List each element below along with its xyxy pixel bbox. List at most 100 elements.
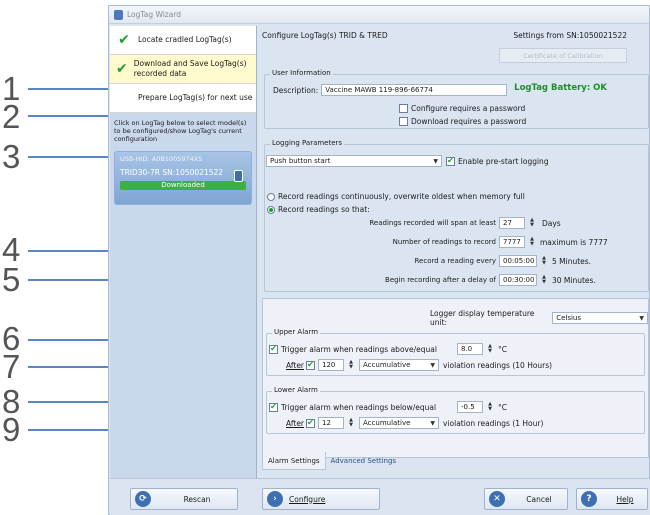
callout-7: 7 (2, 348, 21, 385)
configure-header: Configure LogTag(s) TRID & TRED Settings… (259, 26, 649, 44)
upper-trigger-row: ✔ Trigger alarm when readings above/equa… (269, 343, 507, 355)
tab-advanced-settings[interactable]: Advanced Settings (326, 452, 402, 470)
upper-mode-value: Accumulative (363, 361, 411, 369)
every-row: 00:05:00 ▲ ▼ 5 Minutes. (499, 255, 591, 267)
lower-after-checkbox[interactable]: ✔ (306, 418, 316, 428)
upper-after-input[interactable]: 120 (318, 359, 345, 371)
configure-password-label: Configure requires a password (411, 104, 526, 113)
group-title: User Information (270, 69, 333, 77)
upper-after-stepper[interactable]: ▲ ▼ (346, 359, 356, 371)
check-icon: ✔ (116, 61, 128, 77)
span-label: Readings recorded will span at least (369, 219, 496, 227)
device-card[interactable]: USB-HID: A0B1005974X5 TRID30-7R SN:10500… (114, 151, 252, 205)
upper-after-checkbox[interactable]: ✔ (306, 360, 316, 370)
start-mode-row: Push button start ▼ ✔ Enable pre-start l… (266, 155, 549, 167)
download-password-row: Download requires a password (399, 117, 526, 126)
group-title: Logging Parameters (270, 139, 345, 147)
span-unit: Days (542, 218, 561, 228)
lower-trigger-label: Trigger alarm when readings below/equal (281, 402, 437, 412)
every-stepper[interactable]: ▲ ▼ (539, 255, 549, 267)
prestart-label: Enable pre-start logging (458, 156, 549, 166)
callout-5: 5 (2, 261, 21, 298)
number-label: Number of readings to record (392, 238, 496, 246)
start-mode-select[interactable]: Push button start ▼ (266, 155, 442, 167)
description-label: Description: (273, 85, 319, 95)
callout-3: 3 (2, 138, 21, 175)
configure-panel: Configure LogTag(s) TRID & TRED Settings… (259, 26, 649, 478)
step-label: Prepare LogTag(s) for next use (138, 93, 253, 102)
number-input[interactable]: 7777 (499, 236, 525, 248)
upper-alarm-checkbox[interactable]: ✔ (269, 344, 278, 354)
wizard-steps-panel: ✔ Locate cradled LogTag(s) ✔ Download an… (110, 26, 257, 478)
record-continuous-radio[interactable] (267, 192, 275, 201)
title-bar: LogTag Wizard (109, 6, 649, 24)
configure-password-checkbox[interactable] (399, 104, 408, 113)
chevron-down-icon: ▼ (430, 419, 436, 427)
record-continuous-label: Record readings continuously, overwrite … (278, 192, 525, 201)
window-title: LogTag Wizard (127, 10, 182, 19)
download-password-checkbox[interactable] (399, 117, 408, 126)
lower-unit: °C (498, 402, 507, 412)
lower-mode-select[interactable]: Accumulative ▼ (359, 417, 440, 429)
instructions-text: Click on LogTag below to select model(s)… (114, 119, 247, 143)
cancel-button[interactable]: ✕ Cancel (484, 488, 568, 510)
lower-trigger-row: ✔ Trigger alarm when readings below/equa… (269, 401, 507, 413)
lower-alarm-checkbox[interactable]: ✔ (269, 402, 278, 412)
step-prepare[interactable]: Prepare LogTag(s) for next use (110, 84, 256, 113)
every-note: 5 Minutes. (552, 256, 592, 266)
rescan-button[interactable]: ⟳ Rescan (130, 488, 238, 510)
upper-mode-select[interactable]: Accumulative ▼ (359, 359, 440, 371)
delay-note: 30 Minutes. (552, 275, 596, 285)
refresh-icon: ⟳ (135, 491, 151, 507)
record-continuous-row: Record readings continuously, overwrite … (267, 192, 525, 201)
number-row: 7777 ▲ ▼ maximum is 7777 (499, 236, 608, 248)
step-locate[interactable]: ✔ Locate cradled LogTag(s) (110, 26, 256, 55)
group-title: Lower Alarm (272, 386, 320, 394)
logtag-wizard-window: LogTag Wizard ✔ Locate cradled LogTag(s)… (108, 5, 650, 515)
span-row: 27 ▲ ▼ Days (499, 217, 561, 229)
device-status-badge: Downloaded (120, 181, 246, 190)
every-input[interactable]: 00:05:00 (499, 255, 537, 267)
cancel-label: Cancel (526, 494, 552, 504)
help-label: Help (616, 494, 634, 504)
configure-label: Configure (289, 494, 326, 504)
lower-after-row: After ✔ 12 ▲ ▼ Accumulative ▼ violation r… (286, 417, 543, 429)
upper-unit: °C (498, 344, 507, 354)
download-password-label: Download requires a password (411, 117, 527, 126)
configure-button[interactable]: › Configure (262, 488, 380, 510)
settings-from: Settings from SN:1050021522 (513, 30, 627, 40)
delay-row: 00:30:00 ▲ ▼ 30 Minutes. (499, 274, 596, 286)
configure-password-row: Configure requires a password (399, 104, 525, 113)
number-stepper[interactable]: ▲ ▼ (527, 236, 537, 248)
start-mode-value: Push button start (270, 157, 331, 165)
delay-stepper[interactable]: ▲ ▼ (539, 274, 549, 286)
help-button[interactable]: ? Help (576, 488, 648, 510)
every-label: Record a reading every (414, 257, 496, 265)
arrow-right-icon: › (267, 491, 283, 507)
alarm-settings-panel: Logger display temperature unit: Celsius… (262, 298, 649, 458)
lower-threshold-stepper[interactable]: ▲ ▼ (485, 401, 495, 413)
upper-trigger-label: Trigger alarm when readings above/equal (281, 344, 437, 354)
display-unit-select[interactable]: Celsius ▼ (552, 312, 648, 324)
lower-threshold-input[interactable]: -0.5 (457, 401, 483, 413)
tab-alarm-settings[interactable]: Alarm Settings (262, 452, 326, 470)
upper-threshold-stepper[interactable]: ▲ ▼ (485, 343, 495, 355)
description-input[interactable]: Vaccine MAWB 119-896-66774 (321, 84, 508, 96)
delay-label: Begin recording after a delay of (385, 276, 496, 284)
lower-mode-value: Accumulative (363, 419, 411, 427)
record-so-that-radio[interactable] (267, 205, 275, 214)
certificate-button[interactable]: Certificate of Calibration (499, 48, 627, 63)
delay-input[interactable]: 00:30:00 (499, 274, 537, 286)
chevron-down-icon: ▼ (430, 361, 436, 369)
upper-threshold-input[interactable]: 8.0 (457, 343, 483, 355)
step-download[interactable]: ✔ Download and Save LogTag(s) recorded d… (110, 55, 256, 84)
logtag-device-icon (234, 170, 243, 182)
span-stepper[interactable]: ▲ ▼ (527, 217, 537, 229)
span-input[interactable]: 27 (499, 217, 525, 229)
prestart-checkbox[interactable]: ✔ (446, 156, 455, 166)
display-unit-label: Logger display temperature unit: (430, 309, 535, 327)
lower-after-input[interactable]: 12 (318, 417, 345, 429)
lower-after-stepper[interactable]: ▲ ▼ (346, 417, 356, 429)
check-icon: ✔ (118, 32, 130, 48)
rescan-label: Rescan (183, 494, 211, 504)
